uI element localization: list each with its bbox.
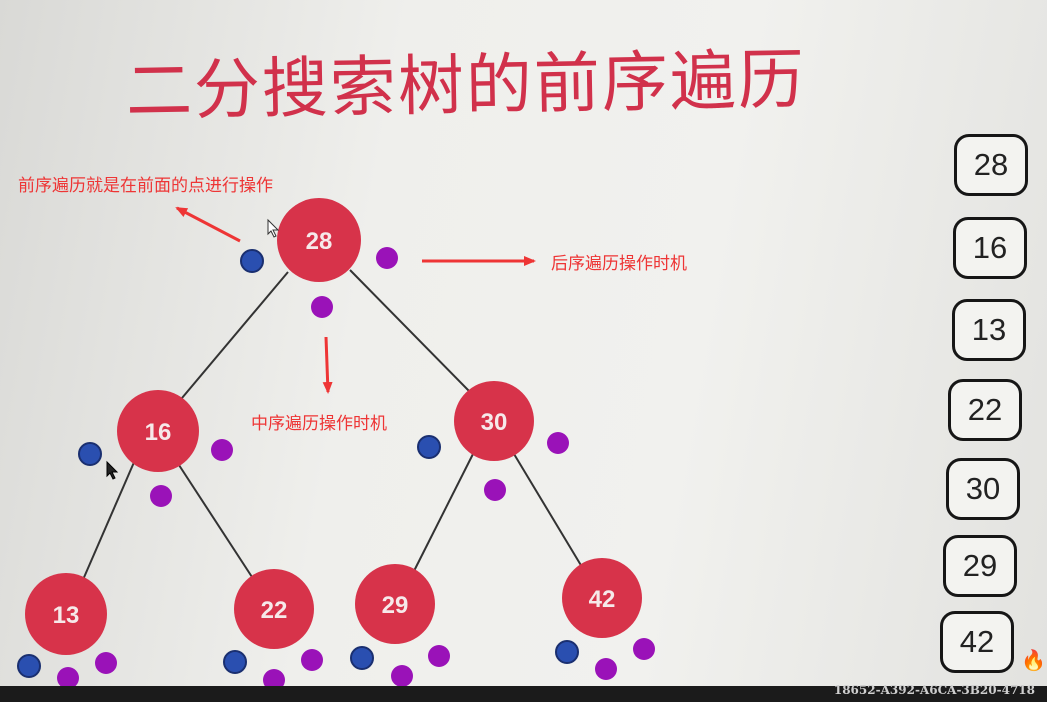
inorder-dot: [150, 485, 172, 507]
preorder-dot: [240, 249, 264, 273]
binary-tree-diagram: 28 16 30 13 22 29 42: [17, 198, 655, 691]
node-label: 13: [53, 602, 80, 629]
sequence-item: 28: [954, 134, 1028, 196]
sequence-item: 42: [940, 611, 1014, 673]
flame-icon: 🔥: [1021, 648, 1046, 672]
preorder-dot: [417, 435, 441, 459]
tree-node-42: 42: [562, 558, 642, 638]
edge-30-29: [413, 451, 475, 572]
preorder-dot: [17, 654, 41, 678]
node-label: 16: [145, 419, 172, 446]
sequence-item: 13: [952, 299, 1026, 361]
postorder-dot: [211, 439, 233, 461]
sequence-item: 22: [948, 379, 1022, 441]
tree-node-28: 28: [277, 198, 361, 282]
inorder-dot: [311, 296, 333, 318]
node-label: 22: [261, 597, 288, 624]
sequence-item: 30: [946, 458, 1020, 520]
preorder-dot: [223, 650, 247, 674]
postorder-dot: [633, 638, 655, 660]
edge-16-22: [176, 461, 253, 578]
edge-16-13: [81, 459, 136, 583]
slide: 二分搜索树的前序遍历 28 16 30 13 22 29 42 前序遍历就是在前…: [0, 0, 1047, 702]
postorder-dot: [376, 247, 398, 269]
postorder-dot: [301, 649, 323, 671]
edge-30-42: [513, 453, 583, 568]
node-label: 30: [481, 409, 508, 436]
inorder-dot: [391, 665, 413, 687]
tree-node-16: 16: [117, 390, 199, 472]
edge-28-16: [181, 271, 289, 399]
inorder-dot: [484, 479, 506, 501]
preorder-dot: [350, 646, 374, 670]
arrow-to-inorder-note: [322, 336, 333, 394]
preorder-annotation: 前序遍历就是在前面的点进行操作: [18, 176, 273, 196]
tree-node-13: 13: [25, 573, 107, 655]
sequence-item: 29: [943, 535, 1017, 597]
arrow-to-preorder-note: [175, 206, 241, 243]
watermark: 18652-A392-A6CA-3B20-4718: [833, 683, 1035, 697]
postorder-dot: [428, 645, 450, 667]
tree-node-29: 29: [355, 564, 435, 644]
node-label: 29: [382, 592, 409, 619]
postorder-annotation: 后序遍历操作时机: [551, 254, 687, 274]
postorder-dot: [547, 432, 569, 454]
node-label: 28: [306, 228, 333, 255]
inorder-dot: [595, 658, 617, 680]
tree-node-22: 22: [234, 569, 314, 649]
node-label: 42: [589, 586, 616, 613]
inorder-annotation: 中序遍历操作时机: [251, 414, 387, 434]
tree-node-30: 30: [454, 381, 534, 461]
sequence-item: 16: [953, 217, 1027, 279]
edge-28-30: [349, 269, 471, 393]
postorder-dot: [95, 652, 117, 674]
preorder-dot: [78, 442, 102, 466]
preorder-dot: [555, 640, 579, 664]
